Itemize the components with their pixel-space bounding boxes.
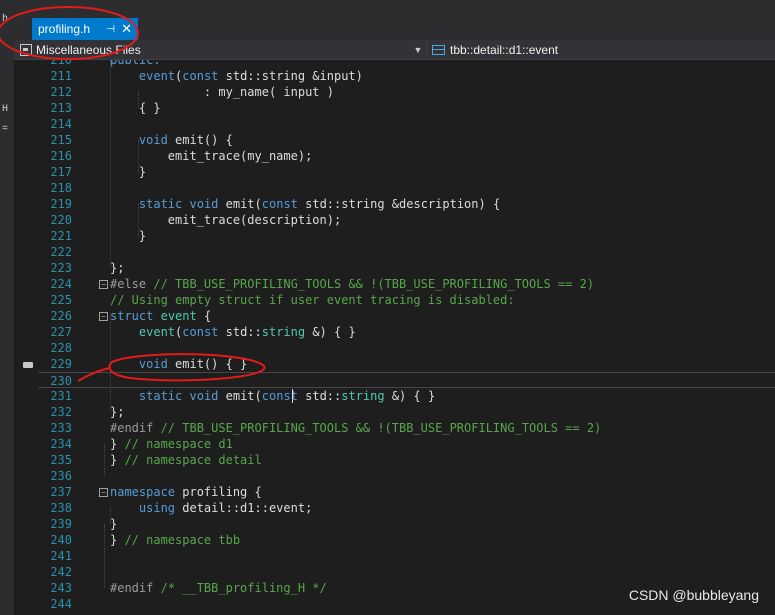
red-annotation-marks bbox=[0, 6, 266, 382]
emit-highlight-tail bbox=[77, 367, 111, 382]
watermark: CSDN @bubbleyang bbox=[628, 587, 759, 603]
emit-highlight-ellipse bbox=[108, 353, 266, 382]
tab-highlight-ellipse bbox=[0, 6, 139, 60]
